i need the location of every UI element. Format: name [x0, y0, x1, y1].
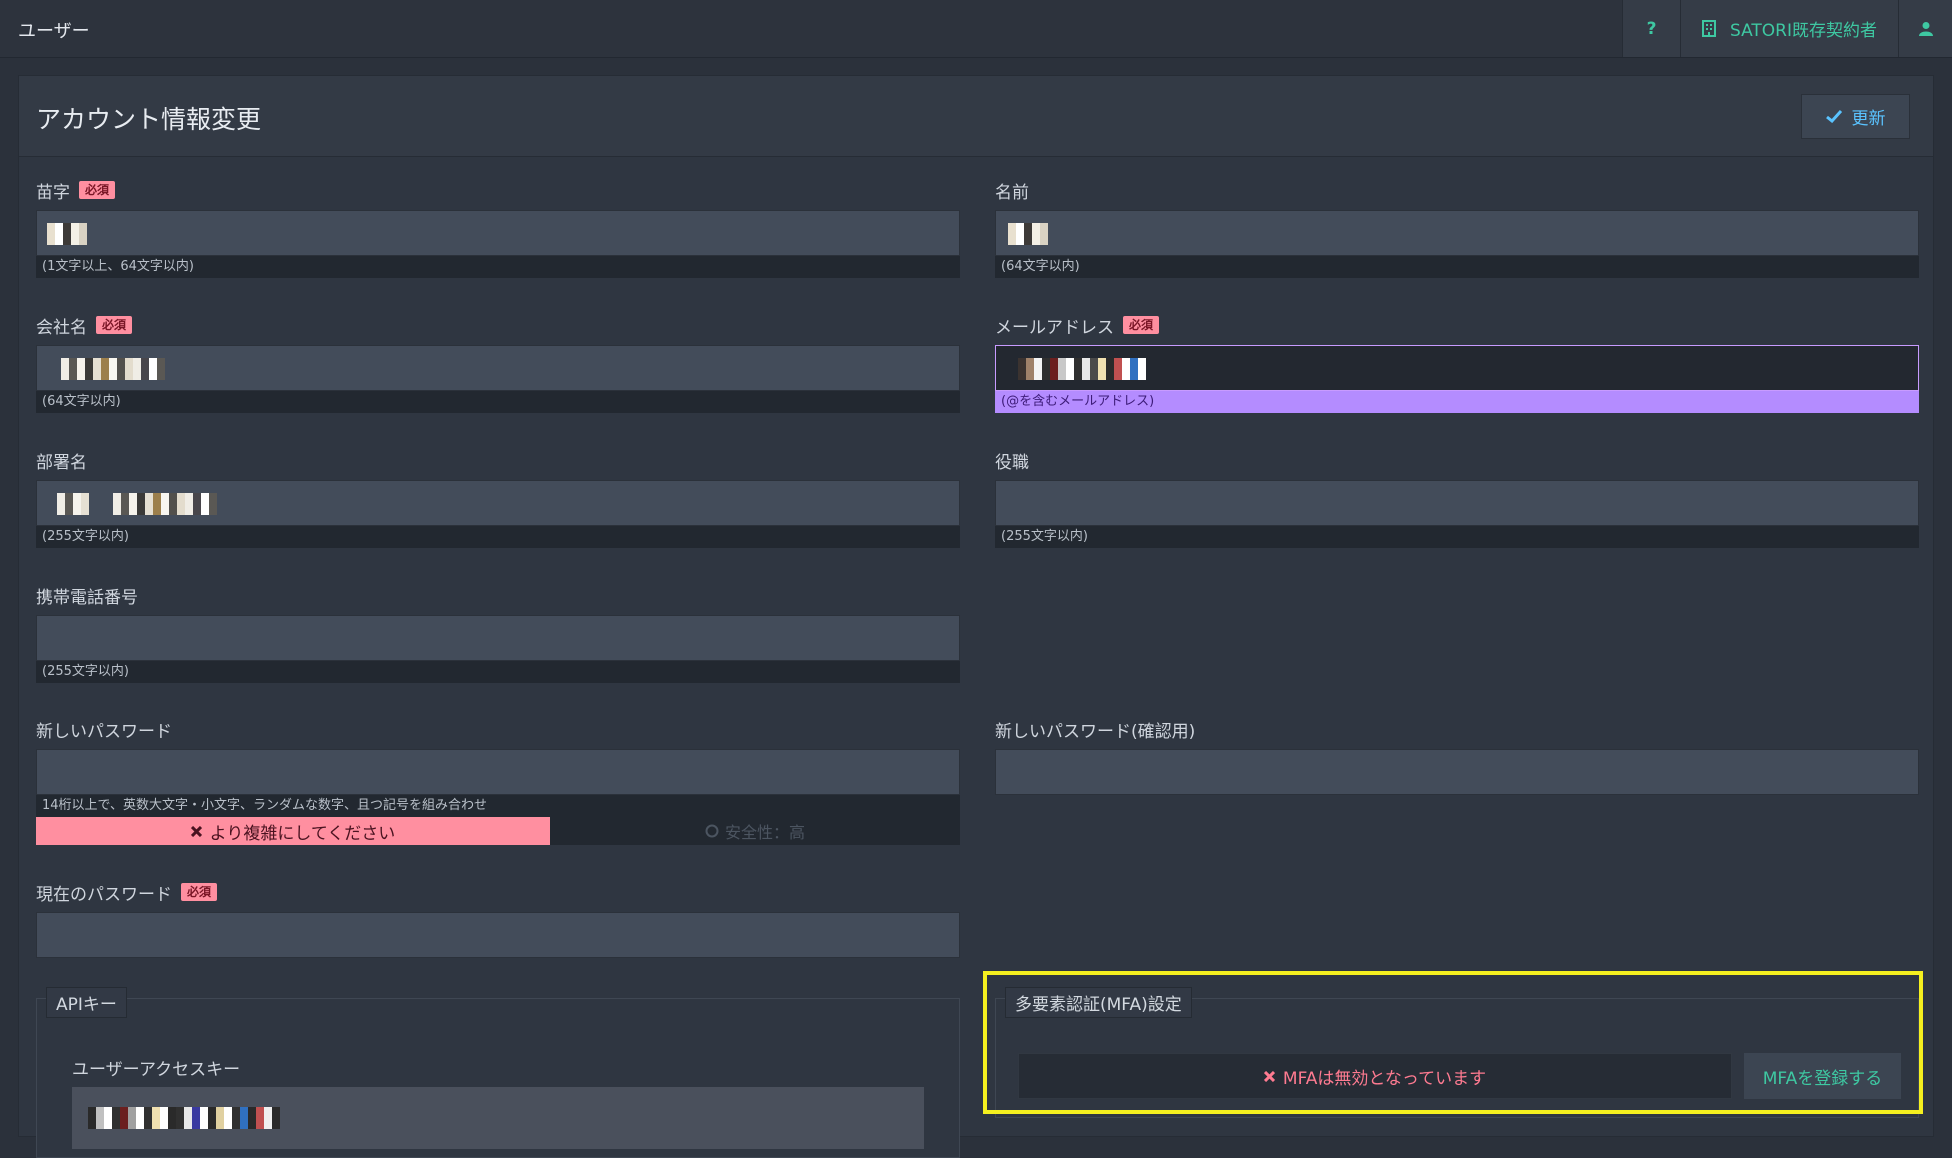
- x-icon: [190, 825, 202, 837]
- last-name-hint: (1文字以上、64文字以内): [36, 256, 960, 278]
- department-label: 部署名: [36, 452, 87, 473]
- help-icon: ?: [1646, 18, 1657, 39]
- topbar-actions: ? SATORI既存契約者: [1622, 0, 1952, 57]
- update-button[interactable]: 更新: [1801, 94, 1910, 139]
- mobile-hint: (255文字以内): [36, 661, 960, 683]
- first-name-hint: (64文字以内): [995, 256, 1919, 278]
- position-label: 役職: [995, 452, 1029, 473]
- email-field: メールアドレス 必須 (@を含むメールアドレス): [995, 313, 1919, 413]
- redacted-value: [88, 1107, 280, 1129]
- top-bar: ユーザー ? SATORI既存契約者: [0, 0, 1952, 58]
- department-hint: (255文字以内): [36, 526, 960, 548]
- new-password-confirm-label: 新しいパスワード(確認用): [995, 721, 1196, 742]
- mfa-highlight-box: [983, 971, 1923, 1114]
- api-key-legend: APIキー: [46, 987, 127, 1018]
- email-input[interactable]: [995, 345, 1919, 391]
- update-label: 更新: [1851, 109, 1886, 129]
- current-password-field: 現在のパスワード 必須: [36, 880, 960, 958]
- position-input[interactable]: [995, 480, 1919, 526]
- building-icon: [1701, 20, 1716, 37]
- required-badge: 必須: [1123, 316, 1160, 334]
- first-name-field: 名前 (64文字以内): [995, 178, 1919, 278]
- strength-weak-indicator: より複雑にしてください: [36, 817, 550, 845]
- redacted-value: [47, 223, 87, 245]
- current-password-label: 現在のパスワード: [36, 884, 172, 905]
- email-hint: (@を含むメールアドレス): [995, 391, 1919, 413]
- strength-strong-text: 安全性：高: [724, 823, 805, 842]
- contract-label: SATORI既存契約者: [1729, 21, 1877, 41]
- new-password-confirm-field: 新しいパスワード(確認用): [995, 717, 1919, 795]
- email-label: メールアドレス: [995, 317, 1114, 338]
- mobile-input[interactable]: [36, 615, 960, 661]
- mobile-field: 携帯電話番号 (255文字以内): [36, 583, 960, 683]
- new-password-hint: 14桁以上で、英数大文字・小文字、ランダムな数字、且つ記号を組み合わせ: [36, 795, 960, 817]
- panel-header: アカウント情報変更 更新: [19, 76, 1933, 157]
- company-label: 会社名: [36, 317, 87, 338]
- user-icon: [1918, 22, 1933, 36]
- department-field: 部署名 (255文字以内): [36, 448, 960, 548]
- user-menu-button[interactable]: [1898, 0, 1952, 57]
- mobile-label: 携帯電話番号: [36, 587, 138, 608]
- strength-weak-text: より複雑にしてください: [209, 823, 396, 844]
- access-key-label: ユーザーアクセスキー: [72, 1059, 241, 1080]
- required-badge: 必須: [181, 883, 218, 901]
- company-input[interactable]: [36, 345, 960, 391]
- company-field: 会社名 必須 (64文字以内): [36, 313, 960, 413]
- access-key-value[interactable]: [72, 1087, 924, 1149]
- api-key-section: APIキー ユーザーアクセスキー: [36, 987, 960, 1158]
- page-title: ユーザー: [18, 21, 90, 42]
- check-icon: [1825, 110, 1842, 123]
- redacted-value: [1008, 223, 1048, 245]
- circle-icon: [705, 824, 719, 838]
- new-password-input[interactable]: [36, 749, 960, 795]
- panel-heading: アカウント情報変更: [36, 105, 262, 134]
- new-password-confirm-input[interactable]: [995, 749, 1919, 795]
- redacted-value: [1018, 358, 1146, 380]
- required-badge: 必須: [96, 316, 133, 334]
- last-name-input[interactable]: [36, 210, 960, 256]
- new-password-field: 新しいパスワード 14桁以上で、英数大文字・小文字、ランダムな数字、且つ記号を組…: [36, 717, 960, 845]
- redacted-value: [61, 358, 165, 380]
- position-field: 役職 (255文字以内): [995, 448, 1919, 548]
- required-badge: 必須: [79, 181, 116, 199]
- first-name-label: 名前: [995, 182, 1029, 203]
- last-name-field: 苗字 必須 (1文字以上、64文字以内): [36, 178, 960, 278]
- new-password-label: 新しいパスワード: [36, 721, 172, 742]
- redacted-value: [57, 493, 217, 515]
- help-button[interactable]: ?: [1622, 0, 1680, 57]
- company-hint: (64文字以内): [36, 391, 960, 413]
- strength-strong-indicator: 安全性：高: [550, 817, 960, 845]
- department-input[interactable]: [36, 480, 960, 526]
- first-name-input[interactable]: [995, 210, 1919, 256]
- password-strength-meter: より複雑にしてください 安全性：高: [36, 817, 960, 845]
- position-hint: (255文字以内): [995, 526, 1919, 548]
- contract-menu-button[interactable]: SATORI既存契約者: [1680, 0, 1898, 57]
- last-name-label: 苗字: [36, 182, 70, 203]
- current-password-input[interactable]: [36, 912, 960, 958]
